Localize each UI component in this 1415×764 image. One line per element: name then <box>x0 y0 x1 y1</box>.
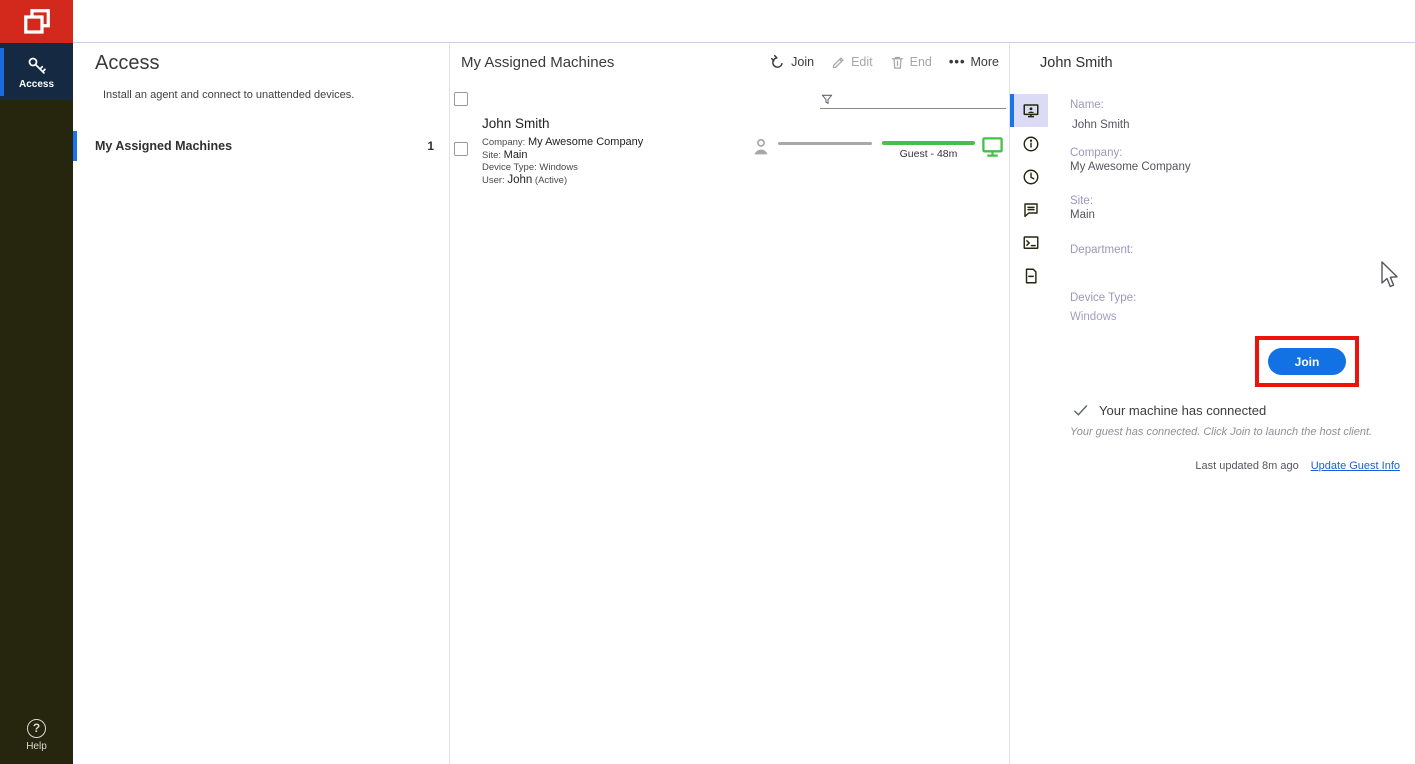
tab-messages[interactable] <box>1010 193 1048 226</box>
join-label: Join <box>791 55 815 69</box>
machine-row[interactable]: John Smith Company: My Awesome Company S… <box>450 115 1010 187</box>
monitor-user-icon <box>1023 103 1039 117</box>
sidebar-item-help[interactable]: ? Help <box>0 719 73 752</box>
page-title: Access <box>95 52 160 74</box>
machine-company-line: Company: My Awesome Company <box>482 136 644 148</box>
tab-notes[interactable] <box>1010 259 1048 292</box>
overlapping-squares-icon <box>23 8 50 34</box>
site-field-label: Site: <box>1070 195 1094 207</box>
selected-accent-bar <box>73 131 77 161</box>
edit-toolbar-button[interactable]: Edit <box>831 55 873 70</box>
filter-bar <box>820 87 1006 109</box>
company-field-value: My Awesome Company <box>1070 161 1191 173</box>
document-icon <box>1025 268 1037 283</box>
host-timeline-segment <box>778 142 872 145</box>
edit-label: Edit <box>851 55 873 69</box>
name-field-value: John Smith <box>1072 119 1130 131</box>
tab-commands[interactable] <box>1010 226 1048 259</box>
machine-name: John Smith <box>482 116 550 131</box>
device-type-field-label: Device Type: <box>1070 292 1137 304</box>
connection-status: Your machine has connected <box>1072 402 1266 419</box>
sidebar: Access ? Help <box>0 43 73 764</box>
machine-site: Main <box>503 149 528 161</box>
help-icon: ? <box>27 719 46 738</box>
chat-bubble-icon <box>1024 202 1038 217</box>
machine-user: John <box>507 174 533 186</box>
device-type-field-value: Windows <box>1070 311 1117 323</box>
detail-tab-strip <box>1010 94 1050 292</box>
status-description: Your guest has connected. Click Join to … <box>1070 426 1373 438</box>
checkmark-icon <box>1074 405 1088 416</box>
end-label: End <box>909 55 932 69</box>
mouse-cursor <box>1381 261 1398 288</box>
sidebar-item-access[interactable]: Access <box>0 44 73 100</box>
help-label: Help <box>26 741 47 752</box>
machines-toolbar: Join Edit End ••• More <box>770 54 999 70</box>
group-label: My Assigned Machines <box>95 139 233 153</box>
access-panel: Access Install an agent and connect to u… <box>73 43 450 764</box>
name-field-label: Name: <box>1070 99 1104 111</box>
machine-site-line: Site: Main <box>482 149 528 161</box>
machine-user-line: User: John (Active) <box>482 174 568 186</box>
row-checkbox[interactable] <box>454 142 468 156</box>
app-window: Access ? Help Access Install an agent an… <box>0 0 1415 764</box>
guest-monitor-icon <box>982 137 1003 157</box>
department-field-label: Department: <box>1070 244 1134 256</box>
session-detail-panel: John Smith Name: John Smith Company: My … <box>1010 43 1415 764</box>
terminal-icon <box>1023 235 1039 249</box>
filter-funnel-icon <box>821 94 833 105</box>
last-updated-text: Last updated 8m ago <box>1195 460 1299 472</box>
machine-user-state: (Active) <box>534 175 568 186</box>
machines-panel-title: My Assigned Machines <box>461 54 615 71</box>
machines-panel: My Assigned Machines Join Edit End ••• M… <box>450 43 1010 764</box>
filter-input[interactable] <box>838 94 998 108</box>
tab-timeline[interactable] <box>1010 160 1048 193</box>
page-subtitle: Install an agent and connect to unattend… <box>103 89 355 101</box>
machine-device-line: Device Type: Windows <box>482 162 578 173</box>
top-bar <box>0 0 1415 43</box>
machine-device: Windows <box>539 162 578 173</box>
session-title: John Smith <box>1040 55 1113 71</box>
update-guest-info-link[interactable]: Update Guest Info <box>1311 460 1400 472</box>
machine-group-my-assigned[interactable]: My Assigned Machines 1 <box>73 131 450 161</box>
join-session-button[interactable]: Join <box>1268 348 1346 375</box>
status-title: Your machine has connected <box>1099 403 1267 418</box>
tab-info[interactable] <box>1010 127 1048 160</box>
company-field-label: Company: <box>1070 147 1123 159</box>
host-person-icon <box>754 138 768 155</box>
key-icon <box>28 57 46 74</box>
sidebar-item-label: Access <box>18 78 55 90</box>
pencil-icon <box>832 56 844 68</box>
select-all-checkbox[interactable] <box>454 92 468 106</box>
trash-icon <box>891 56 903 69</box>
detail-footer: Last updated 8m ago Update Guest Info <box>1195 460 1400 472</box>
selected-accent-bar <box>0 48 4 96</box>
guest-timeline-segment <box>882 141 975 145</box>
info-icon <box>1023 136 1039 151</box>
more-toolbar-button[interactable]: ••• More <box>949 55 999 69</box>
machine-company: My Awesome Company <box>527 136 644 148</box>
tab-start[interactable] <box>1010 94 1048 127</box>
brand-logo[interactable] <box>0 0 73 43</box>
ellipsis-icon: ••• <box>948 54 966 69</box>
join-toolbar-button[interactable]: Join <box>770 54 814 70</box>
plug-icon <box>771 54 783 68</box>
red-highlight-annotation: Join <box>1255 336 1359 387</box>
end-toolbar-button[interactable]: End <box>890 55 932 70</box>
more-label: More <box>970 55 999 69</box>
clock-icon <box>1023 169 1039 184</box>
site-field-value: Main <box>1070 209 1095 221</box>
guest-session-badge: Guest - 48m <box>899 148 958 160</box>
group-count-badge: 1 <box>427 139 434 153</box>
